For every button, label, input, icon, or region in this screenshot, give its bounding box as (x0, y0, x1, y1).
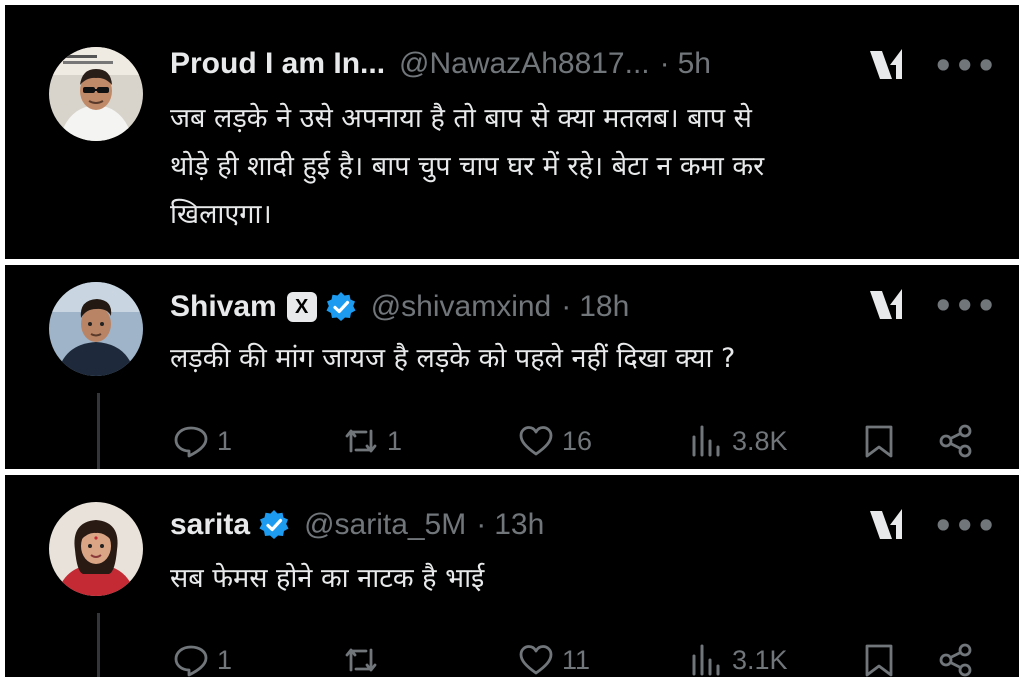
avatar[interactable] (49, 502, 143, 596)
more-options-button[interactable]: ••• (933, 47, 997, 85)
views-icon (692, 644, 720, 676)
bookmark-button[interactable] (861, 419, 897, 463)
repost-icon (345, 648, 377, 672)
share-icon (939, 424, 972, 458)
views-button[interactable]: 3.8K (688, 419, 788, 463)
timestamp[interactable]: 18h (579, 290, 629, 324)
verified-badge-icon (326, 292, 356, 321)
like-button[interactable]: 11 (518, 638, 590, 677)
tweet-text: लड़की की मांग जायज है लड़के को पहले नहीं… (170, 335, 735, 383)
timestamp[interactable]: 5h (678, 47, 711, 81)
tweet-text-line: जब लड़के ने उसे अपनाया है तो बाप से क्या… (170, 103, 752, 134)
share-button[interactable] (938, 638, 974, 677)
tweet-text-line: लड़की की मांग जायज है लड़के को पहले नहीं… (170, 343, 736, 374)
author-name[interactable]: sarita (170, 508, 250, 542)
tweet-card-1[interactable]: Proud I am In... @NawazAh8817... · 5h ••… (5, 5, 1019, 259)
verified-badge-icon (259, 510, 289, 539)
views-count: 3.8K (732, 425, 788, 456)
repost-icon (345, 429, 377, 453)
tweet-header: sarita @sarita_5M · 13h (170, 501, 544, 549)
reply-count: 1 (217, 644, 233, 675)
tweet-text: सब फेमस होने का नाटक है भाई (170, 555, 484, 603)
more-options-button[interactable]: ••• (933, 287, 997, 325)
thread-line (97, 393, 100, 469)
like-count: 11 (562, 644, 591, 675)
grok-icon[interactable] (868, 47, 906, 83)
tweet-text: जब लड़के ने उसे अपनाया है तो बाप से क्या… (170, 95, 764, 239)
bookmark-button[interactable] (861, 638, 897, 677)
views-button[interactable]: 3.1K (688, 638, 788, 677)
like-count: 16 (562, 425, 593, 456)
tweet-text-line: थोड़े ही शादी हुई है। बाप चुप चाप घर में… (170, 151, 765, 182)
repost-count: 1 (387, 425, 403, 456)
bookmark-icon (865, 425, 893, 458)
heart-icon (519, 426, 553, 456)
repost-button[interactable] (343, 638, 387, 677)
tweet-text-line: खिलाएगा। (170, 199, 272, 230)
repost-button[interactable]: 1 (343, 419, 402, 463)
tweet-header: Proud I am In... @NawazAh8817... · 5h (170, 40, 711, 88)
more-options-button[interactable]: ••• (933, 507, 997, 545)
grok-icon[interactable] (868, 287, 906, 323)
tweet-card-2[interactable]: Shivam X @shivamxind · 18h ••• लड़की की … (5, 265, 1019, 469)
avatar[interactable] (49, 282, 143, 376)
author-handle[interactable]: @sarita_5M (304, 508, 466, 542)
timestamp[interactable]: 13h (494, 508, 544, 542)
grok-icon[interactable] (868, 507, 906, 543)
reply-icon (174, 426, 208, 458)
author-name[interactable]: Proud I am In... (170, 47, 385, 81)
like-button[interactable]: 16 (518, 419, 592, 463)
views-icon (692, 425, 720, 457)
thread-line (97, 613, 100, 677)
author-name[interactable]: Shivam (170, 290, 277, 324)
tweet-card-3[interactable]: sarita @sarita_5M · 13h ••• सब फेमस होने… (5, 475, 1019, 677)
author-handle[interactable]: @NawazAh8817... (399, 47, 650, 81)
separator-dot: · (561, 290, 572, 323)
author-handle[interactable]: @shivamxind (371, 290, 552, 324)
separator-dot: · (476, 508, 487, 541)
heart-icon (519, 645, 553, 675)
reply-icon (174, 645, 208, 677)
reply-count: 1 (217, 425, 233, 456)
reply-button[interactable]: 1 (173, 638, 232, 677)
avatar[interactable] (49, 47, 143, 141)
tweet-header: Shivam X @shivamxind · 18h (170, 283, 629, 331)
bookmark-icon (865, 644, 893, 677)
tweet-text-line: सब फेमस होने का नाटक है भाई (170, 563, 485, 594)
x-affiliate-badge: X (286, 292, 317, 322)
share-button[interactable] (938, 419, 974, 463)
action-bar: 1 11 3.1K (173, 638, 983, 677)
views-count: 3.1K (732, 644, 788, 675)
share-icon (939, 643, 972, 677)
action-bar: 1 1 16 3.8K (173, 419, 983, 463)
reply-button[interactable]: 1 (173, 419, 232, 463)
separator-dot: · (659, 47, 670, 80)
